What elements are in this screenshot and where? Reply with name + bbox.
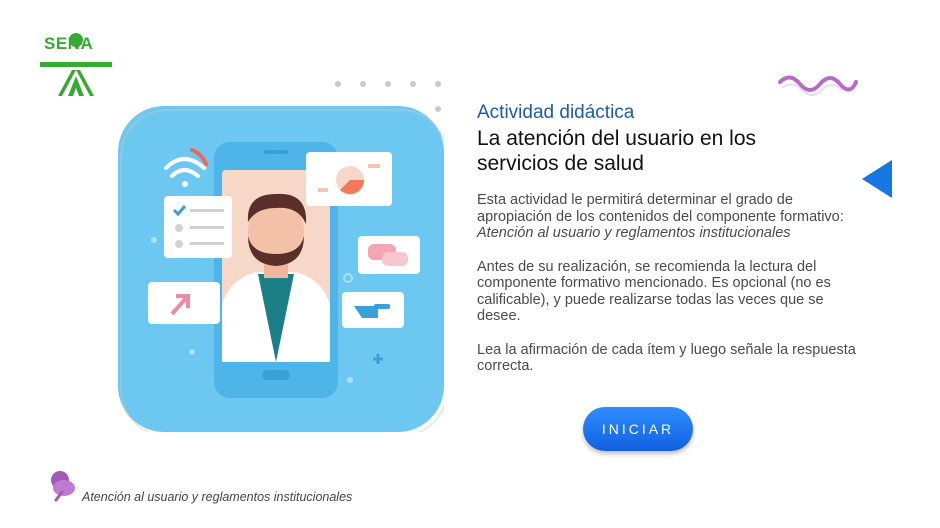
instructions-paragraph: Lea la afirmación de cada ítem y luego s… — [477, 341, 856, 375]
triangle-left-icon[interactable] — [860, 158, 894, 200]
activity-title: La atención del usuario en los servicios… — [477, 126, 857, 176]
activity-content: Actividad didáctica La atención del usua… — [477, 102, 857, 375]
doctor-phone-illustration — [118, 106, 444, 432]
wave-decoration-icon — [778, 75, 858, 96]
description-paragraph: Esta actividad le permitirá determinar e… — [477, 192, 857, 242]
activity-title-line2: servicios de salud — [477, 152, 644, 175]
pushpin-icon — [51, 471, 75, 502]
recommendation-paragraph: Antes de su realización, se recomienda l… — [477, 258, 831, 325]
activity-label: Actividad didáctica — [477, 102, 635, 123]
component-name: Atención al usuario y reglamentos instit… — [477, 225, 791, 241]
start-button[interactable]: INICIAR — [583, 407, 693, 451]
activity-title-line1: La atención del usuario en los — [477, 127, 757, 150]
footer-component-name: Atención al usuario y reglamentos instit… — [82, 490, 353, 504]
logo-text: SENA — [44, 34, 94, 53]
sena-logo-icon: SENA — [38, 32, 114, 104]
description-text: Esta actividad le permitirá determinar e… — [477, 192, 844, 225]
